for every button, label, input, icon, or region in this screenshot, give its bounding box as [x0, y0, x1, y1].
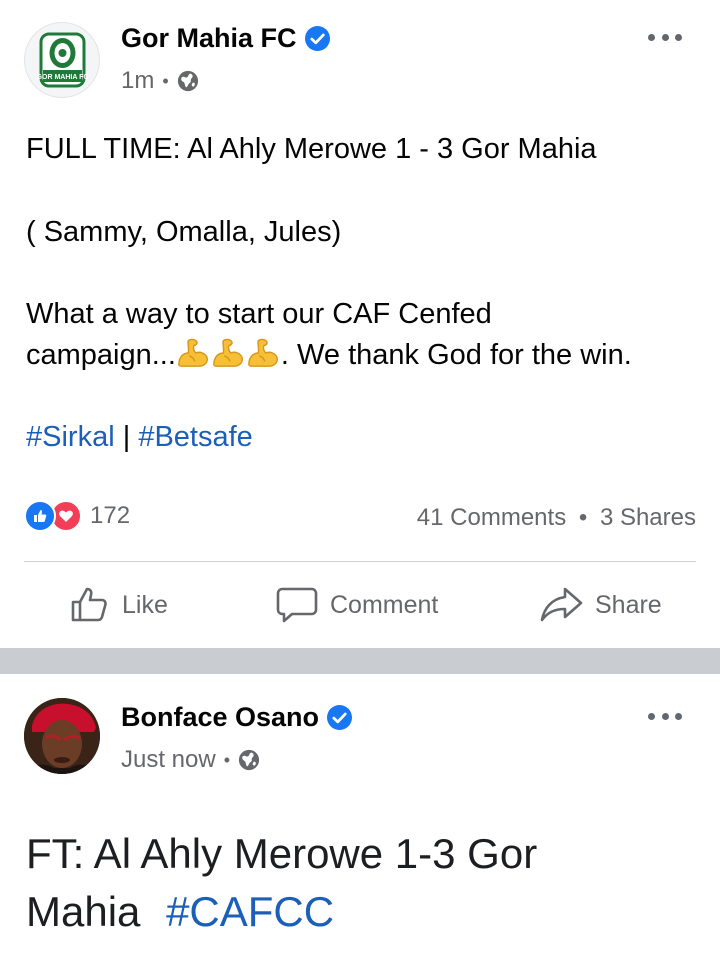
post-text-segment: campaign... — [26, 339, 176, 371]
profile-photo — [24, 698, 100, 774]
post-author[interactable]: Gor Mahia FC — [121, 23, 330, 54]
flexed-biceps-emoji — [213, 338, 243, 367]
counts-separator: • — [578, 504, 588, 531]
share-arrow-icon — [540, 587, 583, 622]
post-text-segment: Mahia — [26, 888, 141, 935]
more-horizontal-icon — [648, 712, 655, 720]
comment-bubble-icon — [276, 587, 318, 623]
thumbs-up-icon — [71, 587, 107, 622]
post-author[interactable]: Bonface Osano — [121, 702, 353, 733]
more-options-button[interactable] — [648, 710, 682, 722]
more-horizontal-icon — [648, 33, 655, 41]
reaction-count: 172 — [90, 502, 131, 529]
post-text-line: campaign... . We thank God for the win. — [26, 336, 632, 374]
like-button[interactable]: Like — [70, 585, 168, 625]
engagement-counts: 41 Comments • 3 Shares — [417, 504, 696, 532]
hashtag-separator: | — [122, 421, 131, 453]
post-text-line: Mahia #CAFCC — [26, 884, 334, 940]
post-text-line: ( Sammy, Omalla, Jules) — [26, 216, 342, 248]
author-avatar[interactable]: GOR MAHIA FC — [24, 22, 100, 98]
post-text-line: What a way to start our CAF Cenfed — [26, 298, 492, 330]
share-label: Share — [595, 590, 662, 619]
comments-count-link[interactable]: 41 Comments — [417, 504, 566, 531]
post-text-line: FT: Al Ahly Merowe 1-3 Gor — [26, 830, 538, 877]
feed-separator — [0, 648, 720, 674]
author-avatar[interactable] — [24, 698, 100, 774]
post-timestamp[interactable]: Just now — [121, 746, 216, 774]
post-text-line: FULL TIME: Al Ahly Merowe 1 - 3 Gor Mahi… — [26, 133, 597, 165]
verified-badge-icon — [327, 705, 353, 730]
post-hashtags: #Sirkal | #Betsafe — [26, 419, 253, 456]
flexed-biceps-emoji — [178, 338, 208, 367]
post-meta: Just now • — [121, 746, 260, 774]
hashtag-link[interactable]: #Betsafe — [138, 421, 252, 453]
comment-button[interactable]: Comment — [276, 585, 438, 625]
meta-separator: • — [223, 749, 231, 770]
globe-icon — [238, 749, 260, 771]
globe-icon — [177, 70, 198, 92]
meta-separator: • — [162, 70, 169, 91]
club-crest-logo: GOR MAHIA FC — [37, 32, 89, 88]
verified-badge-icon — [304, 26, 330, 51]
hashtag-link[interactable]: #Sirkal — [26, 421, 115, 453]
author-name[interactable]: Bonface Osano — [121, 702, 319, 733]
post-card: Bonface Osano Just now • FT: Al Ahly Mer… — [0, 674, 720, 966]
more-options-button[interactable] — [648, 31, 682, 43]
crest-text: GOR MAHIA FC — [37, 74, 89, 81]
flexed-biceps-emoji — [248, 338, 278, 367]
shares-count-link[interactable]: 3 Shares — [600, 504, 696, 531]
share-button[interactable]: Share — [539, 585, 662, 625]
author-name[interactable]: Gor Mahia FC — [121, 23, 297, 54]
actions-divider — [24, 561, 696, 562]
like-reaction-icon — [24, 500, 56, 532]
post-text-segment: . We thank God for the win. — [280, 339, 632, 371]
post-meta: 1m • — [121, 67, 199, 95]
like-label: Like — [122, 590, 168, 619]
post-card: GOR MAHIA FC Gor Mahia FC 1m • FULL TIME… — [0, 0, 720, 648]
comment-label: Comment — [330, 590, 439, 619]
reactions-summary[interactable]: 172 — [24, 500, 130, 532]
post-timestamp[interactable]: 1m — [121, 67, 154, 95]
hashtag-link[interactable]: #CAFCC — [166, 888, 334, 935]
